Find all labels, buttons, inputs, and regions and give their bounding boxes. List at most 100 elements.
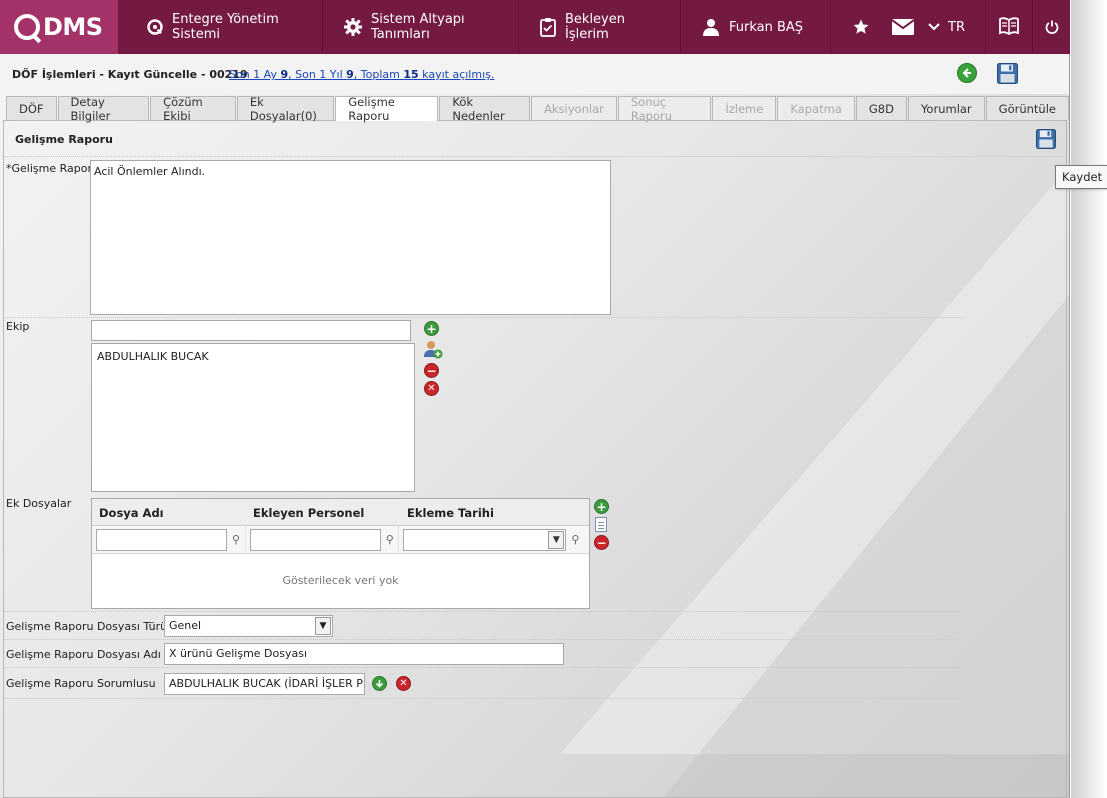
nav-entegre-yonetim[interactable]: Entegre Yönetim Sistemi [118,0,323,54]
stat-month: 9 [280,68,289,81]
back-button[interactable] [957,63,977,83]
select-responsible-button[interactable] [372,676,387,691]
tab-gelisme-raporu[interactable]: Gelişme Raporu [335,95,439,123]
report-textarea[interactable]: Acil Önlemler Alındı. [90,160,611,315]
tab-detay-bilgiler[interactable]: Detay Bilgiler [57,94,150,123]
chevron-down-icon: ▼ [548,530,565,549]
file-type-select[interactable]: Genel ▼ [164,615,333,637]
responsible-input[interactable]: ABDULHALIK BUCAK (İDARİ İŞLER PER [164,673,365,695]
nav-user-profile[interactable]: Furkan BAŞ [681,0,831,54]
tab-izleme: İzleme [712,96,777,120]
tab-g8d[interactable]: G8D [855,96,907,120]
divider [4,156,1066,157]
filter-dosya-adi-input[interactable] [96,528,227,551]
save-button-top[interactable] [997,63,1018,87]
qdms-logo[interactable]: DMS [0,0,118,54]
tab-kapatma: Kapatma [777,96,855,120]
gelisme-raporu-panel: Gelişme Raporu *Gelişme Raporu Acil Önle… [3,120,1067,798]
team-search-input[interactable] [91,320,411,341]
filter-ekleyen-personel-input[interactable] [249,528,381,551]
book-icon[interactable] [986,0,1032,54]
star-icon[interactable] [840,0,882,54]
nav-label: Furkan BAŞ [729,19,804,35]
tab-strip: DÖF Detay Bilgiler Çözüm Ekibi Ek Dosyal… [6,94,1069,123]
list-item[interactable]: ABDULHALIK BUCAK [97,350,409,363]
nav-label: Sistem Altyapı Tanımları [371,12,465,42]
filter-pin-icon[interactable]: ⚲ [386,533,394,546]
stat-year: 9 [346,68,354,81]
document-icon[interactable] [595,517,607,532]
select-value: Genel [169,619,202,632]
gear-icon [343,17,363,37]
filter-pin-icon[interactable]: ⚲ [232,533,240,546]
mail-icon[interactable] [882,0,924,54]
nav-bekleyen-islerim[interactable]: Bekleyen İşlerim [519,0,681,54]
logo-text: DMS [43,13,103,41]
tab-yorumlar[interactable]: Yorumlar [907,96,985,120]
file-name-label: Gelişme Raporu Dosyası Adı [6,648,161,661]
add-file-button[interactable]: + [594,499,609,514]
record-header: DÖF İşlemleri - Kayıt Güncelle - 00219 S… [0,54,1069,94]
close-icon: ✕ [427,382,436,394]
tab-goruntule[interactable]: Görüntüle [985,96,1069,120]
q-logo-icon [146,17,164,37]
language-selector[interactable]: TR [924,0,986,54]
language-code: TR [948,19,965,35]
tab-label: Kapatma [790,101,842,116]
file-name-input[interactable]: X ürünü Gelişme Dosyası [164,643,564,665]
tab-label: Detay Bilgiler [70,94,111,123]
add-team-member-button[interactable]: + [424,321,439,336]
divider [4,667,962,668]
tab-label: Çözüm Ekibi [163,94,203,123]
column-header-dosya-adi[interactable]: Dosya Adı [92,499,246,525]
window-edge [1071,0,1107,798]
grid-empty-message: Gösterilecek veri yok [282,574,399,587]
stat-text: kayıt açılmış. [418,68,495,81]
add-user-icon[interactable] [424,340,443,362]
save-button[interactable] [1036,129,1056,152]
chevron-down-icon [928,20,940,35]
grid-filter-row: ⚲ ⚲ ▼ ⚲ [92,525,589,554]
floppy-disk-icon [997,63,1018,84]
stat-total: 15 [403,68,419,81]
close-icon: ✕ [399,677,408,689]
column-header-ekleme-tarihi[interactable]: Ekleme Tarihi [400,499,585,525]
report-label: *Gelişme Raporu [6,162,99,175]
grid-header-row: Dosya Adı Ekleyen Personel Ekleme Tarihi [92,499,589,526]
remove-team-member-button[interactable]: − [424,363,439,378]
tab-kok-nedenler[interactable]: Kök Nedenler [439,94,531,123]
divider [4,611,962,612]
tab-dof[interactable]: DÖF [6,96,57,120]
plus-icon: + [426,321,437,336]
user-icon [701,17,721,37]
responsible-label: Gelişme Raporu Sorumlusu [6,677,156,690]
minus-icon: − [596,535,607,550]
tab-label: G8D [868,101,894,116]
team-members-list[interactable]: ABDULHALIK BUCAK [91,343,415,492]
power-icon[interactable] [1032,0,1070,54]
tab-label: Gelişme Raporu [348,95,395,123]
q-logo-icon [14,14,40,40]
clear-team-button[interactable]: ✕ [424,381,439,396]
divider [4,698,962,699]
files-label: Ek Dosyalar [6,497,72,510]
nav-label: Entegre Yönetim Sistemi [172,12,279,42]
tab-ek-dosyalar[interactable]: Ek Dosyalar(0) [236,95,335,123]
page-title: DÖF İşlemleri - Kayıt Güncelle - 00219 [12,68,248,81]
column-header-ekleyen-personel[interactable]: Ekleyen Personel [246,499,400,525]
nav-sistem-altyapi[interactable]: Sistem Altyapı Tanımları [323,0,519,54]
record-statistics-link[interactable]: Son 1 Ay 9, Son 1 Yıl 9, Toplam 15 kayıt… [229,68,494,81]
top-navigation-bar: DMS Entegre Yönetim Sistemi Sistem Altya… [0,0,1070,54]
clear-responsible-button[interactable]: ✕ [396,676,411,691]
arrow-left-icon [962,68,971,78]
record-window: DÖF İşlemleri - Kayıt Güncelle - 00219 S… [0,54,1070,798]
filter-ekleme-tarihi-select[interactable]: ▼ [403,528,567,551]
tab-label: Yorumlar [920,101,972,116]
tab-label: Kök Nedenler [452,94,505,123]
remove-file-button[interactable]: − [594,535,609,550]
tab-label: DÖF [19,101,44,116]
filter-pin-icon[interactable]: ⚲ [571,533,579,546]
team-label: Ekip [6,320,30,333]
tab-cozum-ekibi[interactable]: Çözüm Ekibi [150,94,236,123]
clipboard-icon [539,17,557,37]
